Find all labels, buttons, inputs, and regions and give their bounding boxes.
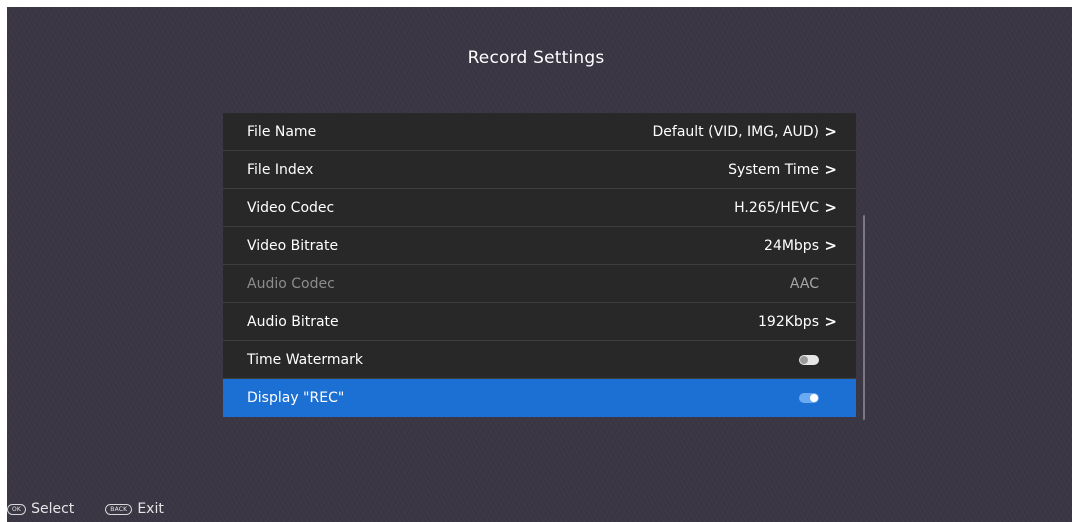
setting-value: AAC xyxy=(789,275,819,292)
exit-hint-label: Exit xyxy=(137,501,164,517)
back-button-icon: BACK xyxy=(105,503,133,515)
setting-display-rec[interactable]: Display "REC" xyxy=(223,379,856,417)
page-title: Record Settings xyxy=(467,48,605,68)
setting-file-name[interactable]: File Name Default (VID, IMG, AUD) > xyxy=(223,113,856,151)
setting-video-codec[interactable]: Video Codec H.265/HEVC > xyxy=(223,189,856,227)
setting-value: Default (VID, IMG, AUD) xyxy=(652,123,819,140)
toggle-knob xyxy=(810,394,818,402)
setting-label: Audio Codec xyxy=(247,275,335,292)
select-hint: OK Select xyxy=(7,501,74,517)
setting-label: Time Watermark xyxy=(247,351,363,368)
setting-audio-codec: Audio Codec AAC xyxy=(223,265,856,303)
setting-file-index[interactable]: File Index System Time > xyxy=(223,151,856,189)
setting-value: 192Kbps xyxy=(758,313,819,330)
setting-label: File Name xyxy=(247,123,317,140)
footer-hints: OK Select BACK Exit xyxy=(7,501,195,517)
setting-value: System Time xyxy=(728,161,819,178)
setting-label: Video Codec xyxy=(247,199,335,216)
display-rec-toggle[interactable] xyxy=(799,393,819,403)
setting-time-watermark[interactable]: Time Watermark xyxy=(223,341,856,379)
toggle-knob xyxy=(800,355,808,364)
ok-button-icon: OK xyxy=(7,503,27,515)
chevron-right-icon: > xyxy=(824,312,837,331)
setting-label: File Index xyxy=(247,161,314,178)
chevron-right-icon: > xyxy=(824,122,837,141)
setting-video-bitrate[interactable]: Video Bitrate 24Mbps > xyxy=(223,227,856,265)
chevron-right-icon: > xyxy=(824,198,837,217)
setting-label: Display "REC" xyxy=(247,390,345,406)
select-hint-label: Select xyxy=(31,501,75,517)
setting-label: Video Bitrate xyxy=(247,237,339,254)
exit-hint: BACK Exit xyxy=(105,501,164,517)
setting-value: H.265/HEVC xyxy=(734,199,819,216)
setting-label: Audio Bitrate xyxy=(247,313,339,330)
settings-list: File Name Default (VID, IMG, AUD) > File… xyxy=(223,113,856,417)
scrollbar[interactable] xyxy=(863,215,865,420)
chevron-right-icon: > xyxy=(824,160,837,179)
setting-value: 24Mbps xyxy=(764,237,819,254)
time-watermark-toggle[interactable] xyxy=(799,354,819,365)
chevron-right-icon: > xyxy=(824,236,837,255)
setting-audio-bitrate[interactable]: Audio Bitrate 192Kbps > xyxy=(223,303,856,341)
